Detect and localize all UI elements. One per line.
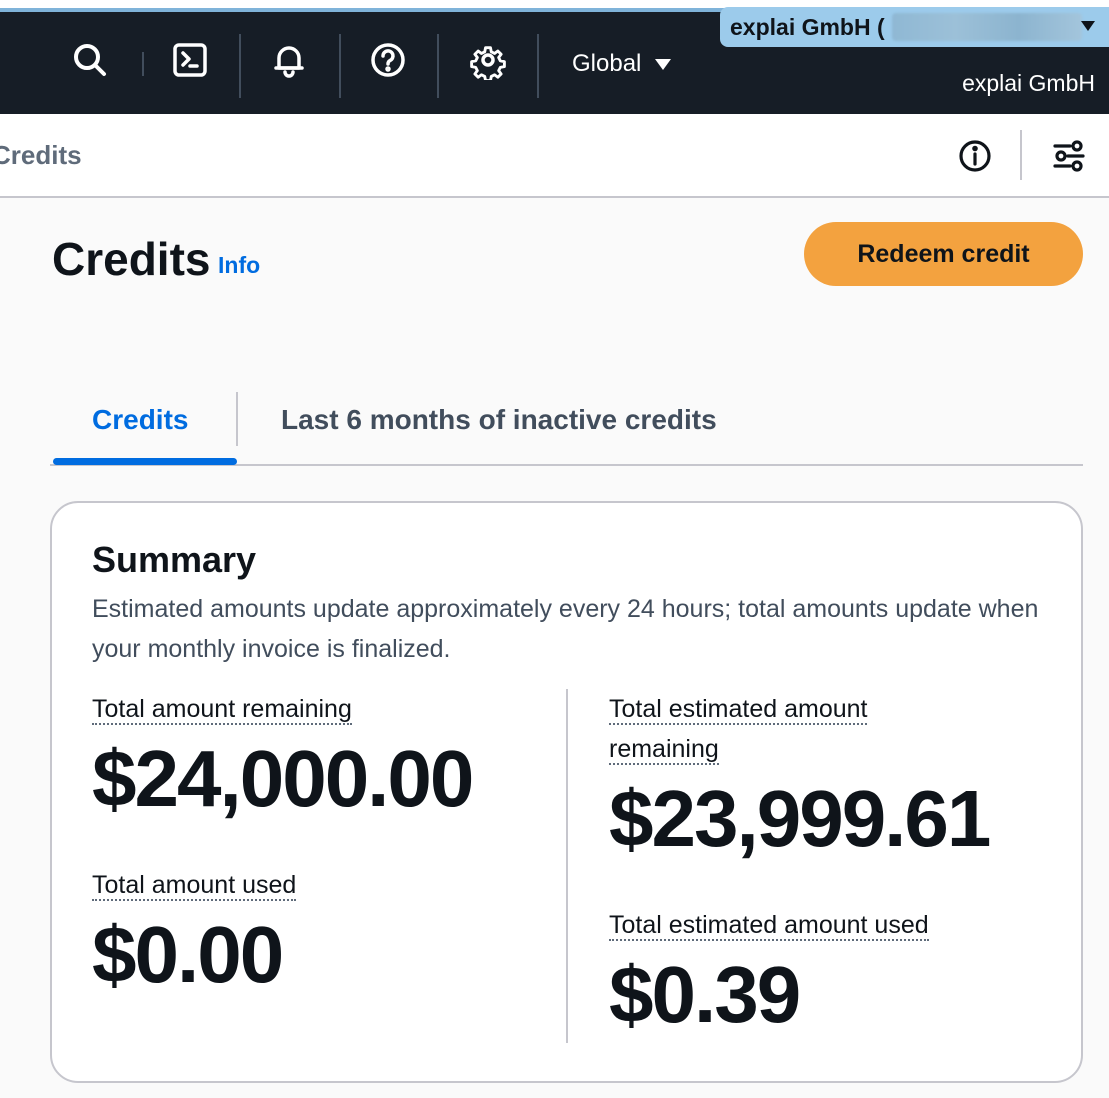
account-menu-button[interactable]: explai GmbH (	[720, 7, 1109, 47]
active-tab-indicator	[53, 458, 237, 465]
nav-divider	[239, 34, 241, 98]
estimated-used-label[interactable]: Total estimated amount used	[609, 905, 929, 945]
breadcrumb-current: Credits	[0, 140, 82, 170]
redacted-account-id	[892, 13, 1082, 41]
page-title: Credits	[52, 233, 211, 285]
redeem-credit-button[interactable]: Redeem credit	[804, 222, 1083, 286]
settings-sliders-icon	[1053, 140, 1085, 172]
tab-list: Credits Last 6 months of inactive credit…	[50, 392, 1083, 466]
nav-divider	[339, 34, 341, 98]
total-used-label[interactable]: Total amount used	[92, 865, 297, 905]
estimated-remaining-value: $23,999.61	[609, 774, 991, 863]
summary-description: Estimated amounts update approximately e…	[92, 595, 1039, 663]
nav-divider	[437, 34, 439, 98]
help-icon	[371, 43, 405, 77]
nav-divider	[142, 52, 144, 76]
cloudshell-button[interactable]	[160, 30, 220, 90]
column-divider	[566, 689, 568, 1043]
tab-divider	[236, 392, 238, 446]
total-remaining-label[interactable]: Total amount remaining	[92, 689, 352, 729]
nav-divider	[537, 34, 539, 98]
estimated-used-value: $0.39	[609, 950, 801, 1039]
help-button[interactable]	[358, 30, 418, 90]
total-used-value: $0.00	[92, 910, 284, 999]
bell-icon	[274, 46, 304, 78]
info-link[interactable]: Info	[218, 252, 260, 279]
breadcrumb-divider	[1020, 130, 1022, 180]
tab-inactive-credits[interactable]: Last 6 months of inactive credits	[281, 404, 717, 436]
terminal-icon	[173, 43, 207, 77]
summary-title: Summary	[92, 539, 257, 580]
total-remaining-value: $24,000.00	[92, 734, 474, 823]
info-icon	[959, 140, 991, 172]
info-panel-button[interactable]	[955, 136, 995, 176]
region-selector[interactable]: Global	[572, 50, 672, 78]
summary-card: Summary Estimated amounts update approxi…	[50, 501, 1083, 1083]
estimated-remaining-label[interactable]: Total estimated amount remaining	[609, 689, 868, 769]
breadcrumb-bar: Credits	[0, 114, 1109, 198]
search-icon	[74, 44, 106, 76]
search-button[interactable]	[60, 30, 120, 90]
region-label: Global	[572, 50, 642, 77]
notifications-button[interactable]	[259, 30, 319, 90]
tab-credits[interactable]: Credits	[92, 404, 188, 436]
caret-down-icon	[655, 58, 672, 70]
account-tab-label: explai GmbH (	[730, 14, 885, 40]
account-name[interactable]: explai GmbH	[962, 70, 1095, 97]
gear-icon	[470, 46, 506, 80]
settings-button[interactable]	[458, 30, 518, 90]
caret-down-icon	[1081, 21, 1095, 31]
panel-toggle-button[interactable]	[1049, 136, 1089, 176]
main-content: Credits Info Redeem credit Credits Last …	[0, 198, 1109, 1098]
